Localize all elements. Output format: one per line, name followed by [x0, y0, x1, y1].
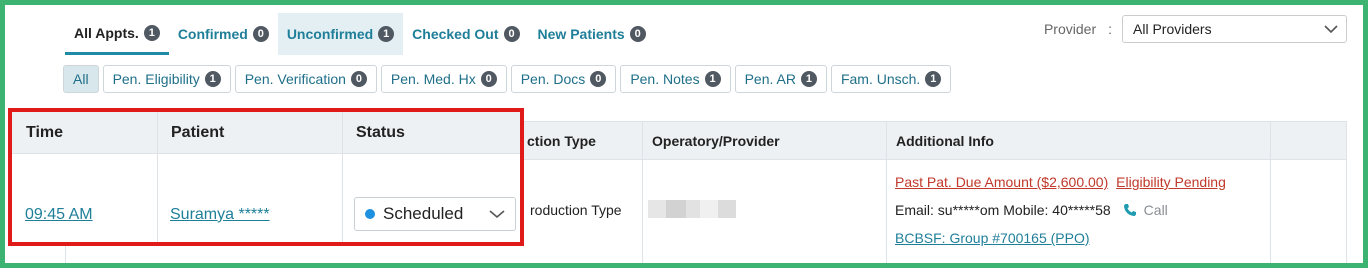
header-additional-info: Additional Info — [886, 122, 1270, 160]
tab-count-badge: 1 — [378, 26, 395, 42]
call-link[interactable]: Call — [1144, 202, 1168, 218]
filter-pen-docs[interactable]: Pen. Docs 0 — [510, 65, 617, 93]
provider-label: Provider — [1043, 21, 1097, 37]
filter-count-badge: 0 — [480, 71, 497, 87]
time-cell: 09:45 AM — [25, 206, 93, 224]
filter-label: Pen. Docs — [520, 71, 586, 87]
chevron-down-icon — [489, 210, 505, 219]
filter-label: Pen. Notes — [630, 71, 700, 87]
operatory-provider-cell — [648, 200, 736, 221]
insurance-cell: BCBSF: Group #700165 (PPO) — [895, 230, 1090, 246]
tab-checked-out[interactable]: Checked Out 0 — [403, 13, 528, 55]
filter-label: All — [73, 71, 89, 87]
header-production-type: ction Type — [527, 133, 596, 149]
filter-pen-ar[interactable]: Pen. AR 1 — [734, 65, 827, 93]
column-divider — [157, 112, 158, 242]
contact-info: Email: su*****om Mobile: 40*****58 Call — [895, 202, 1168, 218]
tab-label: Confirmed — [177, 26, 248, 42]
status-value: Scheduled — [383, 204, 464, 223]
filter-count-badge: 1 — [704, 71, 721, 87]
appointment-time-link[interactable]: 09:45 AM — [25, 206, 93, 223]
provider-colon: : — [1108, 21, 1112, 37]
filter-label: Pen. AR — [744, 71, 796, 87]
tab-count-badge: 1 — [143, 24, 160, 41]
provider-filter: Provider : All Providers — [1044, 15, 1347, 43]
header-actions — [1270, 122, 1346, 160]
filter-count-badge: 0 — [350, 71, 367, 87]
filter-count-badge: 0 — [590, 71, 607, 87]
tab-label: New Patients — [537, 26, 625, 42]
patient-cell: Suramya ***** — [170, 206, 270, 224]
tab-new-patients[interactable]: New Patients 0 — [529, 13, 655, 55]
tab-label: All Appts. — [74, 24, 139, 41]
highlighted-columns: Time Patient Status 09:45 AM Suramya ***… — [8, 108, 524, 246]
past-due-link[interactable]: Past Pat. Due Amount ($2,600.00) — [895, 174, 1108, 190]
filter-pen-verification[interactable]: Pen. Verification 0 — [234, 65, 377, 93]
status-select[interactable]: Scheduled — [354, 197, 516, 231]
patient-name-link[interactable]: Suramya ***** — [170, 206, 270, 223]
filter-count-badge: 1 — [204, 71, 221, 87]
filter-pen-notes[interactable]: Pen. Notes 1 — [620, 65, 731, 93]
provider-selected-value: All Providers — [1133, 21, 1212, 37]
tab-count-badge: 0 — [629, 26, 646, 42]
filter-label: Fam. Unsch. — [840, 71, 921, 87]
filter-pills: All Pen. Eligibility 1 Pen. Verification… — [63, 65, 952, 93]
filter-pen-med-hx[interactable]: Pen. Med. Hx 0 — [380, 65, 507, 93]
filter-count-badge: 1 — [800, 71, 817, 87]
header-patient: Patient — [171, 124, 225, 141]
provider-select[interactable]: All Providers — [1122, 15, 1347, 43]
filter-pen-eligibility[interactable]: Pen. Eligibility 1 — [102, 65, 231, 93]
redacted-provider — [648, 200, 736, 218]
column-divider — [342, 112, 343, 242]
filter-label: Pen. Verification — [244, 71, 346, 87]
filter-label: Pen. Med. Hx — [390, 71, 476, 87]
tab-label: Unconfirmed — [286, 26, 374, 42]
header-status: Status — [356, 124, 405, 141]
tab-count-badge: 0 — [252, 26, 269, 42]
status-dot-icon — [365, 209, 375, 219]
appointments-panel: All Appts. 1 Confirmed 0 Unconfirmed 1 C… — [5, 5, 1363, 263]
appointment-tabs: All Appts. 1 Confirmed 0 Unconfirmed 1 C… — [65, 13, 655, 57]
phone-icon[interactable] — [1123, 203, 1137, 217]
tab-label: Checked Out — [412, 26, 499, 42]
filter-fam-unsch[interactable]: Fam. Unsch. 1 — [830, 65, 952, 93]
email-text: Email: su*****om — [895, 202, 1000, 218]
highlight-header: Time Patient Status — [12, 112, 520, 154]
insurance-link[interactable]: BCBSF: Group #700165 (PPO) — [895, 230, 1090, 246]
filter-count-badge: 1 — [925, 71, 942, 87]
eligibility-pending-link[interactable]: Eligibility Pending — [1116, 174, 1226, 190]
tab-count-badge: 0 — [503, 26, 520, 42]
additional-info-alerts: Past Pat. Due Amount ($2,600.00) Eligibi… — [895, 174, 1226, 190]
production-type-cell: roduction Type — [530, 202, 622, 218]
header-time: Time — [26, 124, 64, 141]
filter-label: Pen. Eligibility — [112, 71, 200, 87]
column-divider — [886, 160, 887, 263]
tab-unconfirmed[interactable]: Unconfirmed 1 — [277, 13, 404, 55]
tab-confirmed[interactable]: Confirmed 0 — [169, 13, 278, 55]
mobile-text: Mobile: 40*****58 — [1003, 202, 1111, 218]
filter-all[interactable]: All — [63, 65, 99, 93]
column-divider — [1270, 160, 1271, 263]
header-operatory-provider: Operatory/Provider — [642, 122, 886, 160]
column-divider — [642, 160, 643, 263]
tab-all-appts[interactable]: All Appts. 1 — [65, 13, 169, 55]
chevron-down-icon — [1324, 25, 1338, 34]
